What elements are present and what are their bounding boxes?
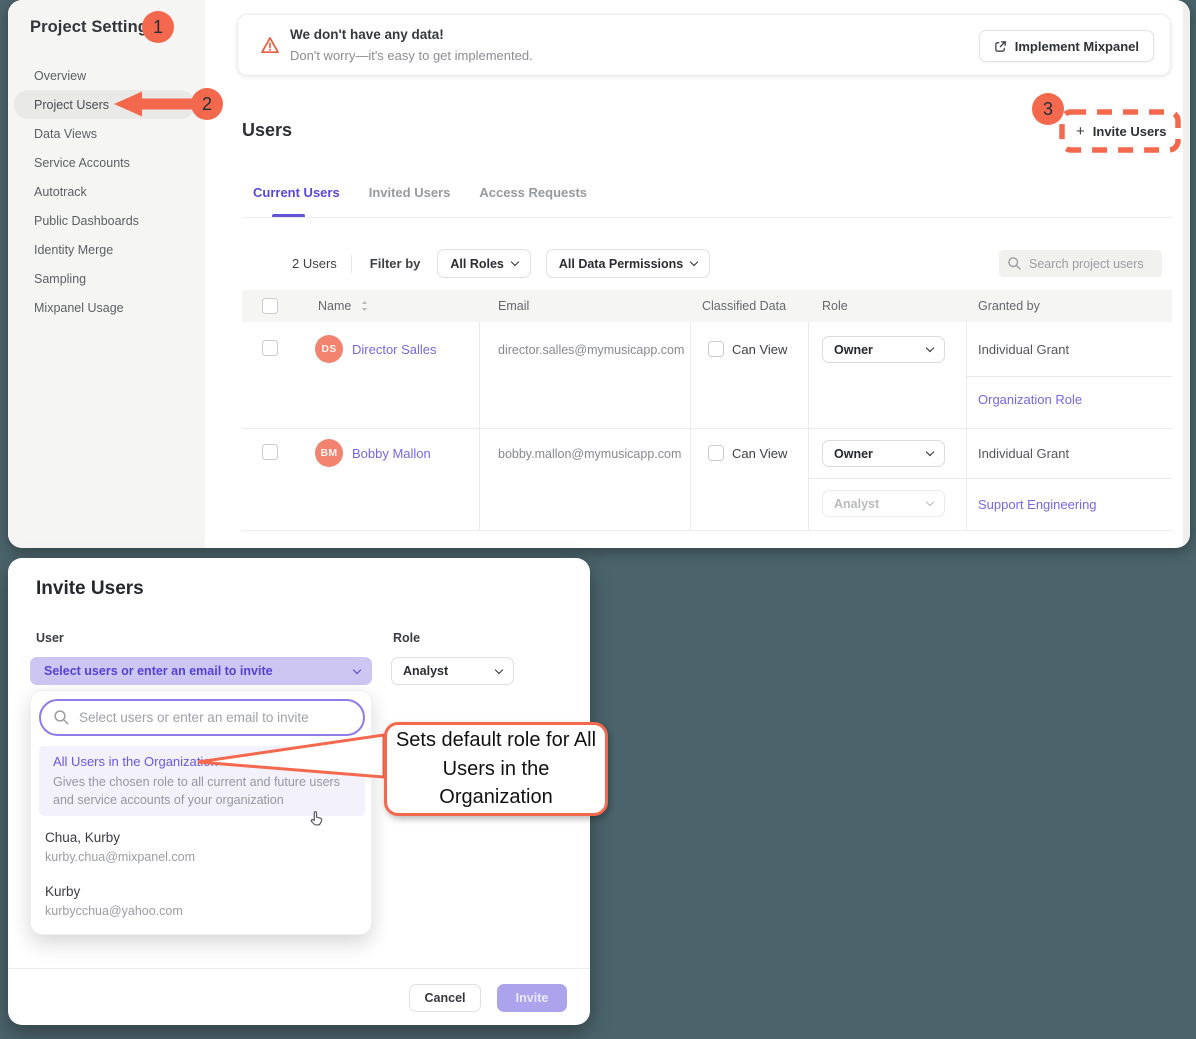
column-header-granted-by: Granted by — [978, 299, 1040, 313]
organization-role-link[interactable]: Organization Role — [978, 392, 1082, 407]
page-title: Users — [242, 120, 292, 141]
user-search-input[interactable] — [39, 699, 365, 736]
column-divider — [808, 322, 809, 530]
implement-mixpanel-button[interactable]: Implement Mixpanel — [979, 30, 1154, 62]
chevron-down-icon — [690, 258, 698, 266]
chevron-down-icon — [926, 498, 934, 506]
tab-current-users[interactable]: Current Users — [253, 185, 340, 200]
sidebar-item-identity-merge[interactable]: Identity Merge — [14, 235, 195, 264]
column-header-classified-data: Classified Data — [702, 299, 786, 313]
can-view-checkbox[interactable] — [708, 445, 724, 461]
modal-title: Invite Users — [36, 578, 144, 600]
project-settings-window: Project Settings Overview Project Users … — [8, 0, 1190, 548]
user-email: bobby.mallon@mymusicapp.com — [498, 447, 681, 461]
select-all-checkbox[interactable] — [262, 298, 278, 314]
sidebar-item-autotrack[interactable]: Autotrack — [14, 177, 195, 206]
users-tabs: Current Users Invited Users Access Reque… — [253, 185, 587, 200]
column-divider — [690, 322, 691, 530]
divider — [351, 255, 352, 273]
modal-footer-divider — [8, 968, 590, 969]
step-badge-1: 1 — [142, 11, 174, 43]
no-data-banner: We don't have any data! Don't worry—it's… — [237, 14, 1171, 76]
tab-divider — [242, 217, 1172, 218]
chevron-down-icon — [495, 665, 503, 673]
sort-icon — [360, 300, 369, 312]
dashed-highlight-box — [1058, 108, 1182, 154]
sidebar-title: Project Settings — [30, 18, 157, 37]
invite-button[interactable]: Invite — [497, 984, 567, 1012]
banner-title: We don't have any data! — [290, 27, 444, 42]
column-header-name[interactable]: Name — [318, 299, 369, 313]
sidebar-item-public-dashboards[interactable]: Public Dashboards — [14, 206, 195, 235]
row-checkbox[interactable] — [262, 444, 278, 460]
all-roles-dropdown[interactable]: All Roles — [437, 249, 531, 278]
can-view-checkbox[interactable] — [708, 341, 724, 357]
column-divider — [479, 322, 480, 530]
callout-bubble: Sets default role for All Users in the O… — [384, 722, 608, 816]
tab-access-requests[interactable]: Access Requests — [479, 185, 587, 200]
avatar: BM — [315, 439, 343, 467]
role-select-disabled: Analyst — [822, 490, 945, 517]
sidebar-item-mixpanel-usage[interactable]: Mixpanel Usage — [14, 293, 195, 322]
chevron-down-icon — [926, 448, 934, 456]
support-engineering-link[interactable]: Support Engineering — [978, 497, 1097, 512]
user-name-link[interactable]: Bobby Mallon — [352, 446, 431, 461]
all-data-permissions-dropdown[interactable]: All Data Permissions — [546, 249, 710, 278]
chevron-down-icon — [926, 344, 934, 352]
user-email: director.salles@mymusicapp.com — [498, 343, 684, 357]
avatar: DS — [315, 335, 343, 363]
all-users-organization-link[interactable]: All Users in the Organization — [53, 754, 218, 769]
role-select[interactable]: Owner — [822, 336, 945, 363]
can-view-label: Can View — [732, 446, 787, 461]
tab-invited-users[interactable]: Invited Users — [369, 185, 451, 200]
search-project-users-input[interactable] — [999, 250, 1162, 277]
warning-triangle-icon — [259, 35, 281, 56]
role-select[interactable]: Owner — [822, 440, 945, 467]
cursor-hand-icon — [307, 809, 326, 828]
option-chua-kurby[interactable]: Chua, Kurby kurby.chua@mixpanel.com — [45, 830, 195, 864]
column-header-role: Role — [822, 299, 848, 313]
user-select-dropdown-panel: All Users in the Organization Gives the … — [30, 690, 372, 935]
column-divider — [966, 322, 967, 530]
user-name-link[interactable]: Director Salles — [352, 342, 437, 357]
settings-sidebar: Project Settings Overview Project Users … — [8, 0, 205, 548]
filter-row: 2 Users Filter by All Roles All Data Per… — [292, 249, 725, 278]
chevron-down-icon — [511, 258, 519, 266]
implement-mixpanel-label: Implement Mixpanel — [1015, 39, 1139, 54]
column-header-email: Email — [498, 299, 529, 313]
user-count: 2 Users — [292, 256, 337, 271]
role-field-label: Role — [393, 631, 420, 645]
user-multiselect[interactable]: Select users or enter an email to invite — [30, 657, 372, 685]
granted-by-value: Individual Grant — [978, 446, 1069, 461]
sub-row-divider — [966, 376, 1172, 377]
table-header: Name Email Classified Data Role Granted … — [242, 290, 1172, 322]
sidebar-item-service-accounts[interactable]: Service Accounts — [14, 148, 195, 177]
granted-by-value: Individual Grant — [978, 342, 1069, 357]
row-divider — [242, 428, 1172, 429]
external-link-icon — [994, 40, 1007, 53]
table-bottom-border — [242, 530, 1172, 531]
sidebar-item-data-views[interactable]: Data Views — [14, 119, 195, 148]
can-view-label: Can View — [732, 342, 787, 357]
role-dropdown[interactable]: Analyst — [391, 657, 514, 685]
sidebar-item-sampling[interactable]: Sampling — [14, 264, 195, 293]
sub-row-divider — [808, 478, 1172, 479]
sidebar-item-overview[interactable]: Overview — [14, 61, 195, 90]
row-checkbox[interactable] — [262, 340, 278, 356]
user-field-label: User — [36, 631, 64, 645]
banner-subtitle: Don't worry—it's easy to get implemented… — [290, 48, 533, 63]
callout-tail — [198, 732, 388, 780]
filter-by-label: Filter by — [370, 256, 421, 271]
arrow-left-annotation — [112, 89, 198, 119]
chevron-down-icon — [353, 665, 361, 673]
scrollbar-track[interactable] — [1183, 0, 1190, 548]
cancel-button[interactable]: Cancel — [409, 984, 481, 1012]
option-kurby[interactable]: Kurby kurbycchua@yahoo.com — [45, 884, 183, 918]
